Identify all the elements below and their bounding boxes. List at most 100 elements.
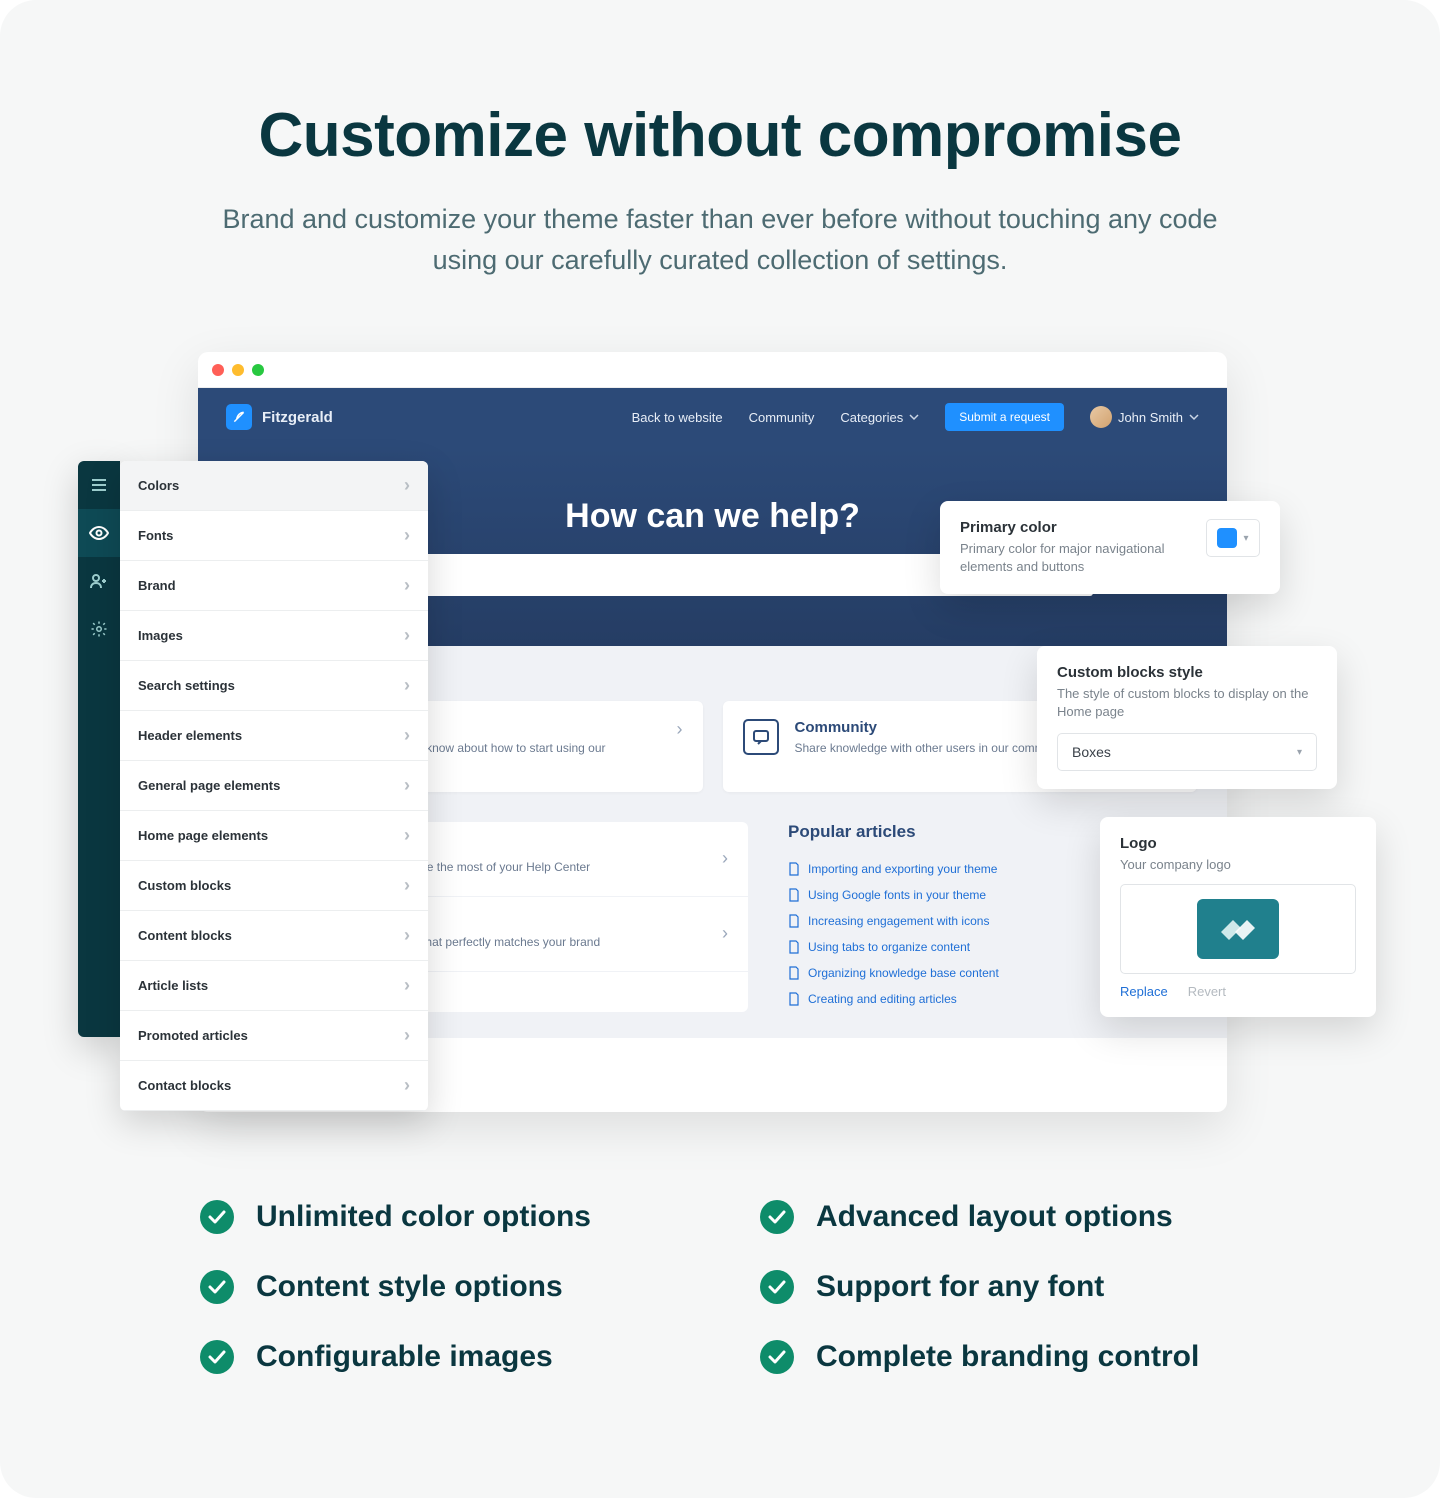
document-icon bbox=[788, 888, 800, 902]
settings-item-label: Colors bbox=[138, 478, 179, 493]
check-icon bbox=[760, 1270, 794, 1304]
settings-rail bbox=[78, 461, 120, 1037]
settings-item-article-lists[interactable]: Article lists bbox=[120, 961, 428, 1011]
popular-article-label: Creating and editing articles bbox=[808, 992, 957, 1006]
chevron-right-icon bbox=[722, 923, 728, 944]
check-icon bbox=[200, 1270, 234, 1304]
feature-item: Advanced layout options bbox=[760, 1200, 1240, 1234]
submit-request-button[interactable]: Submit a request bbox=[945, 403, 1064, 431]
company-logo-icon bbox=[1197, 899, 1279, 959]
chevron-right-icon bbox=[404, 625, 410, 646]
window-titlebar bbox=[198, 352, 1227, 388]
avatar bbox=[1090, 406, 1112, 428]
settings-item-header-elements[interactable]: Header elements bbox=[120, 711, 428, 761]
feature-label: Advanced layout options bbox=[816, 1200, 1173, 1234]
chevron-right-icon bbox=[404, 475, 410, 496]
chevron-right-icon bbox=[404, 725, 410, 746]
settings-item-custom-blocks[interactable]: Custom blocks bbox=[120, 861, 428, 911]
check-icon bbox=[200, 1200, 234, 1234]
rail-people-icon[interactable] bbox=[78, 557, 120, 605]
chevron-right-icon bbox=[404, 675, 410, 696]
document-icon bbox=[788, 940, 800, 954]
document-icon bbox=[788, 862, 800, 876]
settings-item-label: Article lists bbox=[138, 978, 208, 993]
user-name: John Smith bbox=[1118, 410, 1183, 425]
chevron-right-icon bbox=[404, 825, 410, 846]
hc-hero-title: How can we help? bbox=[565, 497, 860, 536]
settings-item-label: Content blocks bbox=[138, 928, 232, 943]
check-icon bbox=[760, 1340, 794, 1374]
settings-item-fonts[interactable]: Fonts bbox=[120, 511, 428, 561]
settings-item-contact-blocks[interactable]: Contact blocks bbox=[120, 1061, 428, 1111]
feature-item: Unlimited color options bbox=[200, 1200, 680, 1234]
settings-item-colors[interactable]: Colors bbox=[120, 461, 428, 511]
settings-item-label: Contact blocks bbox=[138, 1078, 231, 1093]
check-icon bbox=[760, 1200, 794, 1234]
page-subtitle: Brand and customize your theme faster th… bbox=[190, 199, 1250, 280]
nav-categories-label: Categories bbox=[840, 410, 903, 425]
user-menu[interactable]: John Smith bbox=[1090, 406, 1199, 428]
brand-logo[interactable]: Fitzgerald bbox=[226, 404, 333, 430]
custom-blocks-panel: Custom blocks style The style of custom … bbox=[1037, 646, 1337, 789]
rail-preview-icon[interactable] bbox=[78, 509, 120, 557]
popular-article-label: Organizing knowledge base content bbox=[808, 966, 999, 980]
feature-label: Support for any font bbox=[816, 1270, 1104, 1304]
chat-icon bbox=[743, 719, 779, 755]
settings-item-general-page-elements[interactable]: General page elements bbox=[120, 761, 428, 811]
document-icon bbox=[788, 914, 800, 928]
nav-categories[interactable]: Categories bbox=[840, 410, 919, 425]
settings-item-label: Home page elements bbox=[138, 828, 268, 843]
color-swatch bbox=[1217, 528, 1237, 548]
settings-item-label: Header elements bbox=[138, 728, 242, 743]
settings-item-label: Images bbox=[138, 628, 183, 643]
chevron-right-icon bbox=[404, 925, 410, 946]
settings-item-home-page-elements[interactable]: Home page elements bbox=[120, 811, 428, 861]
chevron-down-icon: ▾ bbox=[1243, 533, 1248, 544]
popular-article-label: Using tabs to organize content bbox=[808, 940, 970, 954]
feature-label: Complete branding control bbox=[816, 1340, 1199, 1374]
document-icon bbox=[788, 966, 800, 980]
settings-item-label: General page elements bbox=[138, 778, 280, 793]
color-swatch-button[interactable]: ▾ bbox=[1206, 519, 1260, 557]
chevron-right-icon bbox=[404, 1025, 410, 1046]
chevron-right-icon bbox=[677, 719, 683, 740]
logo-title: Logo bbox=[1120, 835, 1356, 852]
chevron-right-icon bbox=[722, 848, 728, 869]
nav-back[interactable]: Back to website bbox=[632, 410, 723, 425]
custom-blocks-select[interactable]: Boxes ▾ bbox=[1057, 733, 1317, 771]
window-maximize-dot[interactable] bbox=[252, 364, 264, 376]
settings-panel: Colors Fonts Brand Images Search settings Hea… bbox=[120, 461, 428, 1111]
settings-item-brand[interactable]: Brand bbox=[120, 561, 428, 611]
window-close-dot[interactable] bbox=[212, 364, 224, 376]
chevron-down-icon bbox=[909, 412, 919, 422]
settings-item-search-settings[interactable]: Search settings bbox=[120, 661, 428, 711]
primary-color-panel: Primary color Primary color for major na… bbox=[940, 501, 1280, 594]
chevron-right-icon bbox=[404, 975, 410, 996]
settings-item-label: Custom blocks bbox=[138, 878, 231, 893]
hc-header: Fitzgerald Back to website Community Cat… bbox=[198, 388, 1227, 446]
logo-replace-link[interactable]: Replace bbox=[1120, 984, 1168, 999]
document-icon bbox=[788, 992, 800, 1006]
settings-item-images[interactable]: Images bbox=[120, 611, 428, 661]
logo-panel: Logo Your company logo Replace Revert bbox=[1100, 817, 1376, 1017]
window-minimize-dot[interactable] bbox=[232, 364, 244, 376]
settings-item-label: Brand bbox=[138, 578, 176, 593]
rail-menu-icon[interactable] bbox=[78, 461, 120, 509]
page-title: Customize without compromise bbox=[0, 100, 1440, 171]
popular-article-label: Increasing engagement with icons bbox=[808, 914, 989, 928]
feature-label: Configurable images bbox=[256, 1340, 553, 1374]
settings-item-promoted-articles[interactable]: Promoted articles bbox=[120, 1011, 428, 1061]
logo-revert-link[interactable]: Revert bbox=[1188, 984, 1226, 999]
logo-desc: Your company logo bbox=[1120, 856, 1356, 874]
settings-item-label: Search settings bbox=[138, 678, 235, 693]
rail-gear-icon[interactable] bbox=[78, 605, 120, 653]
settings-item-content-blocks[interactable]: Content blocks bbox=[120, 911, 428, 961]
custom-blocks-selected: Boxes bbox=[1072, 744, 1111, 760]
brand-name: Fitzgerald bbox=[262, 409, 333, 426]
primary-color-title: Primary color bbox=[960, 519, 1190, 536]
chevron-right-icon bbox=[404, 525, 410, 546]
settings-item-label: Fonts bbox=[138, 528, 173, 543]
feature-item: Complete branding control bbox=[760, 1340, 1240, 1374]
chevron-right-icon bbox=[404, 775, 410, 796]
nav-community[interactable]: Community bbox=[749, 410, 815, 425]
